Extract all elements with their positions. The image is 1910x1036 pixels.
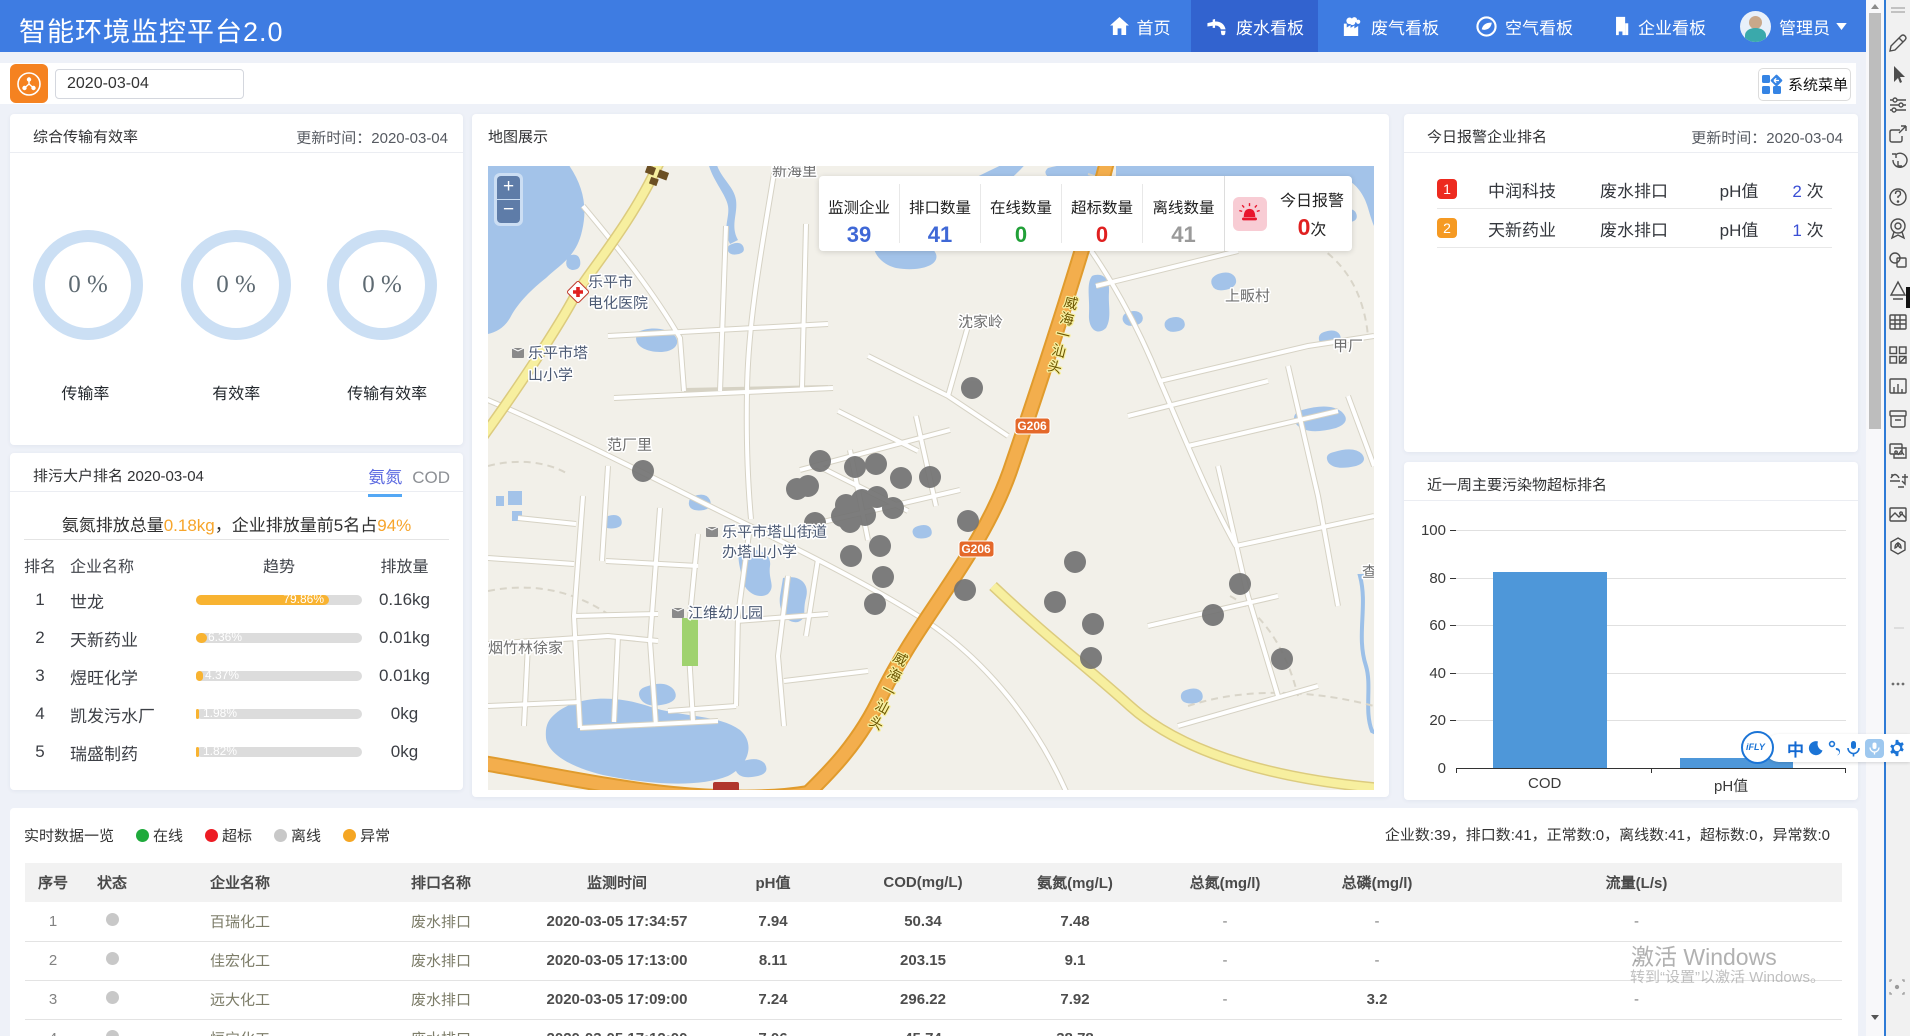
svg-text:电化医院: 电化医院 xyxy=(588,295,648,312)
svg-text:办塔山小学: 办塔山小学 xyxy=(722,544,797,561)
svg-text:G206: G206 xyxy=(1017,419,1047,433)
svg-text:烟竹林徐家: 烟竹林徐家 xyxy=(488,640,563,657)
svg-text:江维幼儿园: 江维幼儿园 xyxy=(688,605,763,622)
svg-text:乐平市塔山街道: 乐平市塔山街道 xyxy=(722,524,827,541)
svg-text:山小学: 山小学 xyxy=(528,367,573,384)
svg-text:新海里: 新海里 xyxy=(772,166,817,180)
svg-text:上畈村: 上畈村 xyxy=(1225,288,1270,305)
svg-text:乐平市塔: 乐平市塔 xyxy=(528,345,588,362)
svg-text:范厂里: 范厂里 xyxy=(607,437,652,454)
svg-text:G206: G206 xyxy=(961,542,991,556)
svg-text:甲厂: 甲厂 xyxy=(1333,338,1363,355)
svg-text:查家: 查家 xyxy=(1362,564,1374,581)
svg-text:沈家岭: 沈家岭 xyxy=(958,314,1003,331)
svg-text:乐平市: 乐平市 xyxy=(588,274,633,291)
